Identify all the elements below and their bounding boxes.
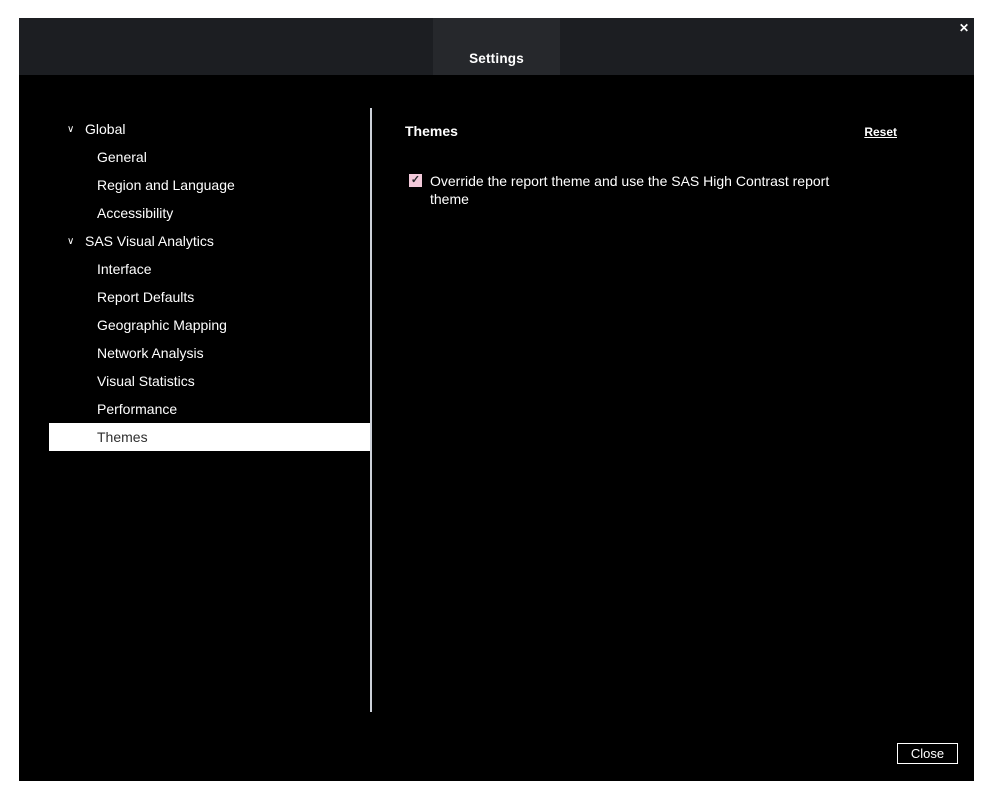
sidebar-item-general[interactable]: General [49,143,370,171]
sidebar-item-label: General [97,149,147,165]
sidebar-tree: ∨ Global General Region and Language Accessi… [49,115,370,451]
sidebar-item-label: Themes [97,429,148,445]
sidebar-item-sas-visual-analytics[interactable]: ∨ SAS Visual Analytics [49,227,370,255]
panel-header-row: Themes Reset [405,123,897,139]
sidebar-item-region-and-language[interactable]: Region and Language [49,171,370,199]
sidebar-item-themes[interactable]: Themes [49,423,370,451]
override-theme-row: ✓ Override the report theme and use the … [409,172,897,208]
dialog-header: Settings ✕ [19,18,974,75]
reset-link[interactable]: Reset [864,125,897,139]
sidebar-item-accessibility[interactable]: Accessibility [49,199,370,227]
settings-panel: Themes Reset ✓ Override the report theme… [405,123,897,208]
sidebar-item-label: Region and Language [97,177,235,193]
panel-title: Themes [405,123,458,139]
sidebar-item-label: Global [85,121,126,137]
sidebar-item-label: Performance [97,401,178,417]
sidebar-item-label: Network Analysis [97,345,204,361]
sidebar-item-global[interactable]: ∨ Global [49,115,370,143]
chevron-down-icon[interactable]: ∨ [49,236,85,247]
close-button[interactable]: Close [897,743,958,764]
close-icon[interactable]: ✕ [959,21,969,35]
sidebar-item-interface[interactable]: Interface [49,255,370,283]
sidebar-item-label: Report Defaults [97,289,195,305]
sidebar-item-label: Visual Statistics [97,373,195,389]
sidebar-item-label: Accessibility [97,205,174,221]
sidebar-item-performance[interactable]: Performance [49,395,370,423]
sidebar-item-network-analysis[interactable]: Network Analysis [49,339,370,367]
override-theme-label: Override the report theme and use the SA… [430,173,830,207]
override-theme-checkbox[interactable]: ✓ [409,174,422,187]
sidebar-item-label: Geographic Mapping [97,317,227,333]
chevron-down-icon[interactable]: ∨ [49,124,85,135]
settings-dialog: Settings ✕ ∨ Global General Region and Lang… [19,18,974,781]
title-highlight: Settings [433,18,560,75]
page-title: Settings [469,51,524,66]
checkmark-icon: ✓ [410,174,421,186]
sidebar-item-report-defaults[interactable]: Report Defaults [49,283,370,311]
sidebar-item-geographic-mapping[interactable]: Geographic Mapping [49,311,370,339]
sidebar-item-label: SAS Visual Analytics [85,233,214,249]
sidebar-divider [370,108,372,712]
sidebar-item-label: Interface [97,261,152,277]
sidebar-item-visual-statistics[interactable]: Visual Statistics [49,367,370,395]
